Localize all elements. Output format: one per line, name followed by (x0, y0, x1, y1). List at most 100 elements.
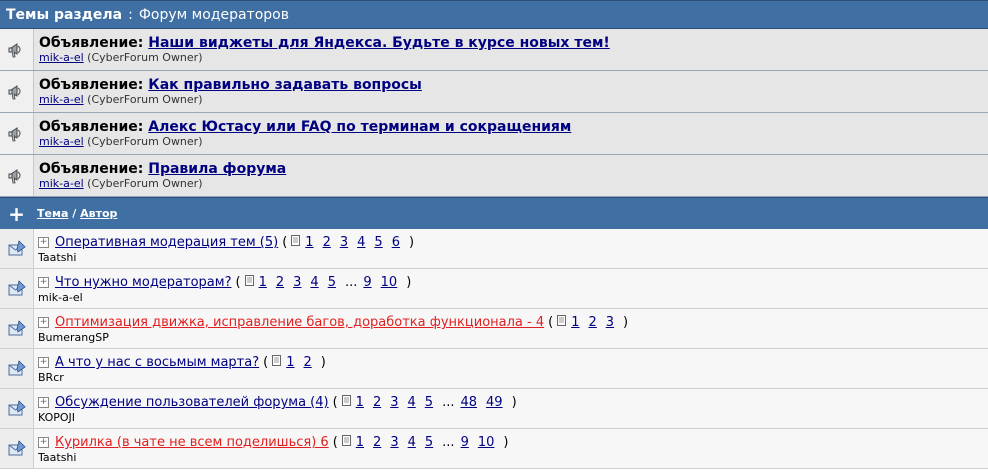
megaphone-icon (0, 155, 34, 196)
thread-author: Taatshi (38, 251, 77, 264)
author-role: (CyberForum Owner) (87, 135, 203, 148)
megaphone-icon (0, 71, 34, 112)
thread-row: + Курилка (в чате не всем поделишься) 6(1… (0, 429, 988, 469)
header-separator: : (128, 6, 133, 23)
pages-ellipsis: ... (442, 435, 455, 450)
announcement-row: Объявление: Как правильно задавать вопро… (0, 71, 988, 113)
thread-title-link[interactable]: Курилка (в чате не всем поделишься) 6 (55, 434, 329, 451)
page-link[interactable]: 2 (588, 314, 596, 331)
announcement-link[interactable]: Наши виджеты для Яндекса. Будьте в курсе… (148, 35, 610, 51)
page-link[interactable]: 3 (293, 274, 301, 291)
author-role: (CyberForum Owner) (87, 177, 203, 190)
announcement-author-link[interactable]: mik-a-el (39, 93, 84, 106)
announcement-prefix: Объявление: (39, 119, 144, 135)
thread-list: + Оперативная модерация тем (5)(1 2 3 4 5 6) Ta… (0, 229, 988, 469)
page-link[interactable]: 2 (276, 274, 284, 291)
thread-icon (0, 269, 34, 308)
announcement-author-link[interactable]: mik-a-el (39, 135, 84, 148)
multipage-icon (338, 394, 356, 411)
page-link[interactable]: 10 (478, 434, 495, 451)
pages-ellipsis: ... (344, 275, 358, 290)
page-link[interactable]: 1 (286, 354, 294, 371)
announcement-prefix: Объявление: (39, 35, 144, 51)
announcement-link[interactable]: Алекс Юстасу или FAQ по терминам и сокра… (148, 119, 571, 135)
page-link[interactable]: 5 (425, 394, 433, 411)
page-link[interactable]: 5 (425, 434, 433, 451)
expand-icon[interactable]: + (38, 397, 49, 408)
thread-title-link[interactable]: Оптимизация движка, исправление багов, д… (55, 314, 544, 331)
page-link[interactable]: 4 (408, 394, 416, 411)
sort-by-author-link[interactable]: Автор (80, 207, 117, 220)
announcement-link[interactable]: Как правильно задавать вопросы (148, 77, 422, 93)
page-link[interactable]: 9 (461, 434, 469, 451)
thread-title-link[interactable]: А что у нас с восьмым марта? (55, 354, 259, 371)
page-link[interactable]: 1 (356, 394, 364, 411)
multipage-icon (338, 434, 356, 451)
announcement-prefix: Объявление: (39, 161, 144, 177)
expand-all-icon[interactable]: + (0, 202, 33, 226)
page-link[interactable]: 5 (374, 234, 382, 251)
page-link[interactable]: 4 (310, 274, 318, 291)
thread-title-link[interactable]: Оперативная модерация тем (5) (55, 234, 278, 251)
page-link[interactable]: 49 (486, 394, 503, 411)
thread-author: BRcr (38, 371, 64, 384)
thread-row: + А что у нас с восьмым марта?(1 2) BRcr (0, 349, 988, 389)
thread-author: mik-a-el (38, 291, 83, 304)
page-link[interactable]: 3 (390, 394, 398, 411)
page-link[interactable]: 2 (373, 434, 381, 451)
page-link[interactable]: 3 (390, 434, 398, 451)
thread-pages: (1 2) (263, 354, 326, 371)
announcement-row: Объявление: Наши виджеты для Яндекса. Бу… (0, 29, 988, 71)
author-role: (CyberForum Owner) (87, 51, 203, 64)
page-link[interactable]: 1 (356, 434, 364, 451)
page-link[interactable]: 1 (259, 274, 267, 291)
sort-by-topic-link[interactable]: Тема (37, 207, 68, 220)
thread-icon (0, 389, 34, 428)
thread-title-link[interactable]: Обсуждение пользователей форума (4) (55, 394, 329, 411)
multipage-icon (287, 234, 305, 251)
thread-pages: (1 2 3) (548, 314, 629, 331)
column-separator: / (72, 207, 77, 220)
page-link[interactable]: 9 (363, 274, 371, 291)
page-link[interactable]: 1 (305, 234, 313, 251)
announcement-link[interactable]: Правила форума (148, 161, 286, 177)
page-link[interactable]: 2 (303, 354, 311, 371)
page-link[interactable]: 48 (460, 394, 477, 411)
page-link[interactable]: 1 (571, 314, 579, 331)
announcement-row: Объявление: Правила форума mik-a-el (Cybe… (0, 155, 988, 197)
thread-title-link[interactable]: Что нужно модераторам? (55, 274, 231, 291)
thread-author: Taatshi (38, 451, 77, 464)
multipage-icon (268, 354, 286, 371)
forum-name: Форум модераторов (138, 6, 289, 23)
expand-icon[interactable]: + (38, 277, 49, 288)
page-link[interactable]: 4 (357, 234, 365, 251)
expand-icon[interactable]: + (38, 317, 49, 328)
announcement-author-link[interactable]: mik-a-el (39, 177, 84, 190)
thread-row: + Обсуждение пользователей форума (4)(1 2 3… (0, 389, 988, 429)
page-link[interactable]: 10 (381, 274, 398, 291)
announcement-author-link[interactable]: mik-a-el (39, 51, 84, 64)
thread-icon (0, 309, 34, 348)
thread-author: KOPOJI (38, 411, 76, 424)
page-link[interactable]: 2 (373, 394, 381, 411)
expand-icon[interactable]: + (38, 357, 49, 368)
announcement-prefix: Объявление: (39, 77, 144, 93)
thread-icon (0, 349, 34, 388)
thread-pages: (1 2 3 4 5... 9 10) (332, 434, 509, 451)
page-link[interactable]: 3 (340, 234, 348, 251)
page-link[interactable]: 4 (408, 434, 416, 451)
megaphone-icon (0, 29, 34, 70)
expand-icon[interactable]: + (38, 437, 49, 448)
thread-pages: (1 2 3 4 5... 9 10) (235, 274, 412, 291)
thread-icon (0, 429, 34, 468)
thread-pages: (1 2 3 4 5... 48 49) (332, 394, 517, 411)
page-link[interactable]: 6 (392, 234, 400, 251)
author-role: (CyberForum Owner) (87, 93, 203, 106)
section-header: Темы раздела : Форум модераторов (0, 0, 988, 29)
page-link[interactable]: 2 (323, 234, 331, 251)
section-title: Темы раздела (6, 6, 123, 23)
thread-row: + Что нужно модераторам?(1 2 3 4 5... 9 10) mik-… (0, 269, 988, 309)
page-link[interactable]: 5 (328, 274, 336, 291)
expand-icon[interactable]: + (38, 237, 49, 248)
page-link[interactable]: 3 (606, 314, 614, 331)
